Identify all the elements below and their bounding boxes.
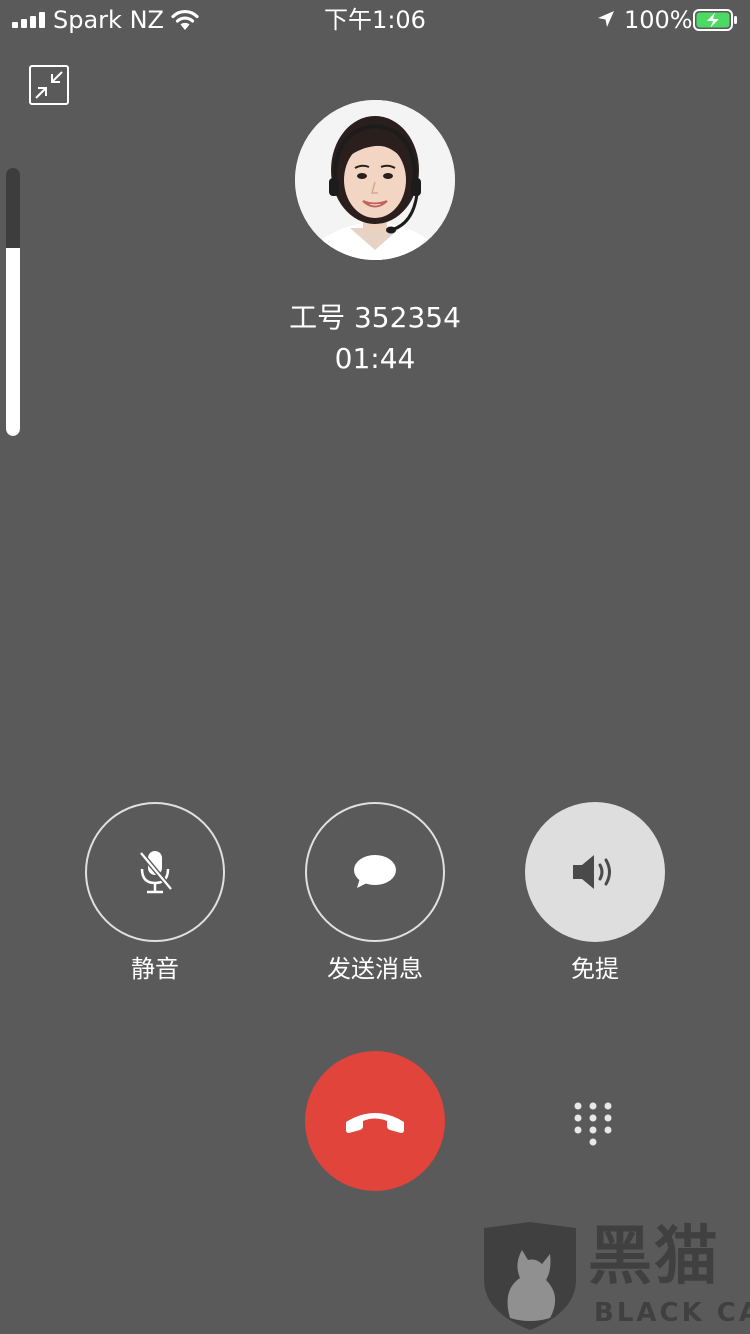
- chat-bubble-icon: [354, 855, 396, 888]
- status-bar: Spark NZ 下午1:06 100%: [0, 0, 750, 40]
- end-call-phone-icon: [346, 1113, 404, 1133]
- speaker-action: 免提: [505, 802, 685, 992]
- watermark-chinese-text: 黑猫: [588, 1220, 720, 1294]
- black-cat-watermark: 黑猫 BLACK CAT: [478, 1218, 750, 1334]
- caller-id: 工号 352354: [289, 301, 461, 334]
- hangup-button[interactable]: [305, 1051, 445, 1191]
- mute-label: 静音: [131, 955, 179, 983]
- send-message-button[interactable]: [305, 802, 445, 942]
- message-action: 发送消息: [285, 802, 465, 992]
- watermark-english-text: BLACK CAT: [594, 1298, 750, 1328]
- speaker-label: 免提: [571, 955, 619, 983]
- caller-avatar: [295, 100, 455, 260]
- speaker-icon: [573, 855, 611, 889]
- mute-button[interactable]: [85, 802, 225, 942]
- battery-percentage: 100%: [624, 6, 693, 34]
- collapse-arrows-icon: [35, 71, 63, 99]
- call-duration: 01:44: [334, 342, 416, 375]
- keypad-icon[interactable]: [568, 1100, 618, 1156]
- microphone-off-icon: [139, 851, 173, 894]
- minimize-button[interactable]: [29, 65, 69, 105]
- operator-avatar-image: [295, 100, 455, 260]
- send-message-label: 发送消息: [327, 955, 423, 983]
- mute-action: 静音: [65, 802, 245, 992]
- black-cat-logo-icon: [484, 1222, 576, 1330]
- location-arrow-icon: [598, 11, 614, 27]
- speaker-button[interactable]: [525, 802, 665, 942]
- battery-charging-icon: [693, 9, 737, 31]
